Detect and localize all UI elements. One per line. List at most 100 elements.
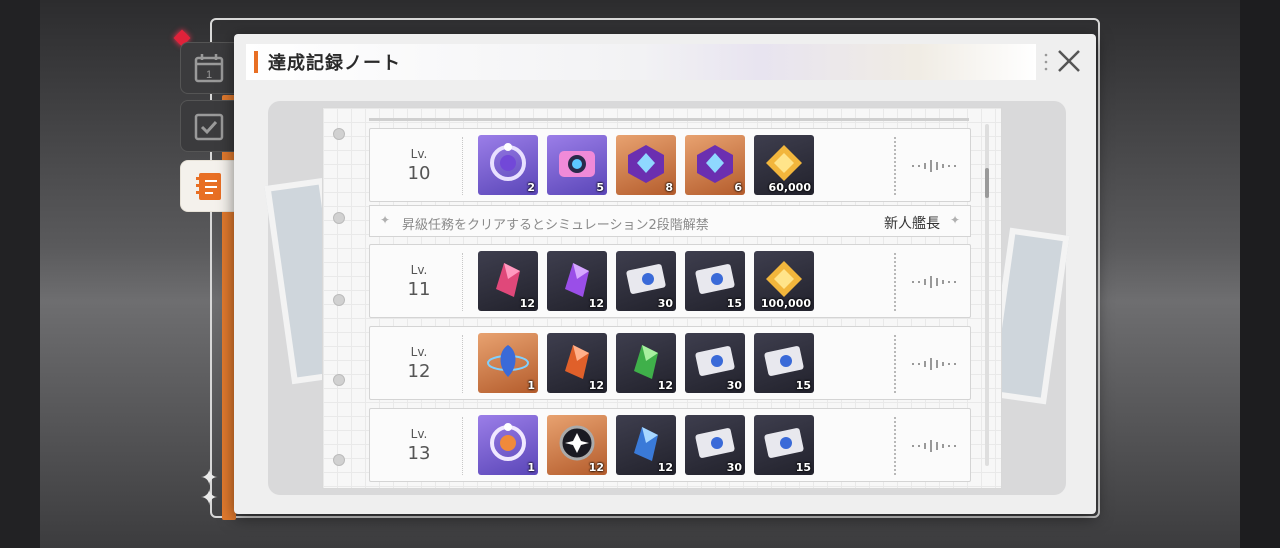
item-quantity: 12 bbox=[657, 379, 673, 392]
row-divider bbox=[462, 253, 463, 311]
item-quantity: 12 bbox=[588, 379, 604, 392]
item-quantity: 60,000 bbox=[768, 181, 811, 194]
sparkle-icon: ✦ bbox=[200, 486, 219, 511]
ticket-icon bbox=[626, 264, 666, 294]
item-quantity: 12 bbox=[519, 297, 535, 310]
reward-item[interactable]: 2 bbox=[478, 135, 538, 195]
notebook-icon bbox=[196, 173, 221, 200]
ticket-icon bbox=[764, 428, 804, 458]
purple-crystal-box-icon bbox=[628, 145, 664, 183]
reward-item[interactable]: 100,000 bbox=[754, 251, 814, 311]
reward-item[interactable]: 15 bbox=[754, 415, 814, 475]
item-quantity: 1 bbox=[527, 379, 535, 392]
ticket-icon bbox=[695, 346, 735, 376]
item-quantity: 30 bbox=[726, 379, 742, 392]
item-quantity: 15 bbox=[726, 297, 742, 310]
unlock-text: 昇級任務をクリアするとシミュレーション2段階解禁 bbox=[402, 218, 709, 233]
item-quantity: 30 bbox=[726, 461, 742, 474]
checklist-icon bbox=[194, 113, 224, 141]
reward-item[interactable]: 8 bbox=[616, 135, 676, 195]
orange-ring-icon bbox=[490, 423, 526, 461]
reward-item[interactable]: 15 bbox=[754, 333, 814, 393]
item-quantity: 8 bbox=[665, 181, 673, 194]
tab-calendar[interactable]: 1 bbox=[180, 42, 238, 94]
audio-wave-icon bbox=[912, 276, 956, 288]
sparkle-icon: ✦ bbox=[380, 213, 391, 227]
sparkle-icon: ✦ bbox=[949, 213, 960, 227]
ticket-icon bbox=[695, 428, 735, 458]
item-quantity: 12 bbox=[657, 461, 673, 474]
tab-checklist[interactable] bbox=[180, 100, 238, 152]
reward-item[interactable]: 12 bbox=[547, 415, 607, 475]
binder-ring bbox=[333, 212, 345, 224]
planet-gem-icon bbox=[487, 345, 529, 377]
blue-crystal-icon bbox=[634, 427, 658, 461]
camera-icon bbox=[559, 151, 595, 177]
item-quantity: 30 bbox=[657, 297, 673, 310]
level-row-13: Lv. 13 1 12 12 30 15 bbox=[369, 408, 971, 482]
achievement-notebook-window: 達成記録ノート Lv. 10 2 5 8 6 60,000 ✦ 昇級任務をクリア… bbox=[234, 34, 1096, 514]
binder-ring bbox=[333, 374, 345, 386]
title-bar: 達成記録ノート bbox=[246, 44, 1036, 80]
row-divider bbox=[462, 335, 463, 393]
reward-item[interactable]: 30 bbox=[685, 333, 745, 393]
more-dots-icon bbox=[1044, 53, 1048, 71]
letterbox-left bbox=[0, 0, 40, 548]
purple-crystal-box-icon bbox=[697, 145, 733, 183]
reward-item[interactable]: 6 bbox=[685, 135, 745, 195]
level-row-12: Lv. 12 1 12 12 30 15 bbox=[369, 326, 971, 400]
item-quantity: 1 bbox=[527, 461, 535, 474]
letterbox-right bbox=[1240, 0, 1280, 548]
item-quantity: 12 bbox=[588, 297, 604, 310]
reward-item[interactable]: 12 bbox=[616, 415, 676, 475]
level-number: 11 bbox=[407, 279, 431, 300]
ticket-icon bbox=[764, 346, 804, 376]
level-label: Lv. bbox=[410, 147, 428, 161]
audio-wave-icon bbox=[912, 160, 956, 172]
binder-ring bbox=[333, 128, 345, 140]
level-number: 13 bbox=[407, 443, 431, 464]
item-quantity: 6 bbox=[734, 181, 742, 194]
item-quantity: 15 bbox=[795, 379, 811, 392]
level-label: Lv. bbox=[410, 263, 428, 277]
binder-ring bbox=[333, 454, 345, 466]
level-label: Lv. bbox=[410, 427, 428, 441]
item-quantity: 12 bbox=[588, 461, 604, 474]
reward-item[interactable]: 5 bbox=[547, 135, 607, 195]
calendar-day-label: 1 bbox=[206, 69, 212, 81]
gold-cube-icon bbox=[766, 261, 802, 297]
reward-item[interactable]: 30 bbox=[685, 415, 745, 475]
calendar-icon: 1 bbox=[194, 54, 224, 83]
row-divider-right bbox=[894, 417, 896, 475]
rank-title: 新人艦長 bbox=[884, 216, 940, 232]
row-divider bbox=[462, 417, 463, 475]
reward-item[interactable]: 12 bbox=[547, 333, 607, 393]
reward-item[interactable]: 12 bbox=[616, 333, 676, 393]
reward-item[interactable]: 1 bbox=[478, 333, 538, 393]
reward-item[interactable]: 12 bbox=[547, 251, 607, 311]
scrollbar-thumb[interactable] bbox=[985, 168, 989, 198]
level-number: 10 bbox=[407, 163, 431, 184]
unlock-banner: ✦ 昇級任務をクリアするとシミュレーション2段階解禁 新人艦長 ✦ bbox=[369, 205, 971, 237]
top-rule bbox=[369, 118, 969, 121]
item-quantity: 15 bbox=[795, 461, 811, 474]
close-button[interactable] bbox=[1056, 48, 1082, 74]
reward-item[interactable]: 60,000 bbox=[754, 135, 814, 195]
title-accent-mark bbox=[254, 51, 258, 73]
level-label: Lv. bbox=[410, 345, 428, 359]
black-core-icon bbox=[559, 425, 595, 461]
tab-notebook[interactable] bbox=[180, 160, 238, 212]
purple-ring-icon bbox=[490, 143, 526, 181]
reward-item[interactable]: 1 bbox=[478, 415, 538, 475]
reward-list[interactable]: Lv. 10 2 5 8 6 60,000 ✦ 昇級任務をクリアするとシミュレー… bbox=[322, 107, 1002, 489]
row-divider-right bbox=[894, 335, 896, 393]
audio-wave-icon bbox=[912, 358, 956, 370]
reward-item[interactable]: 30 bbox=[616, 251, 676, 311]
red-crystal-icon bbox=[496, 263, 520, 297]
binder-ring bbox=[333, 294, 345, 306]
reward-item[interactable]: 12 bbox=[478, 251, 538, 311]
green-crystal-icon bbox=[634, 345, 658, 379]
reward-item[interactable]: 15 bbox=[685, 251, 745, 311]
purple-crystal-icon bbox=[565, 263, 589, 297]
row-divider-right bbox=[894, 137, 896, 195]
